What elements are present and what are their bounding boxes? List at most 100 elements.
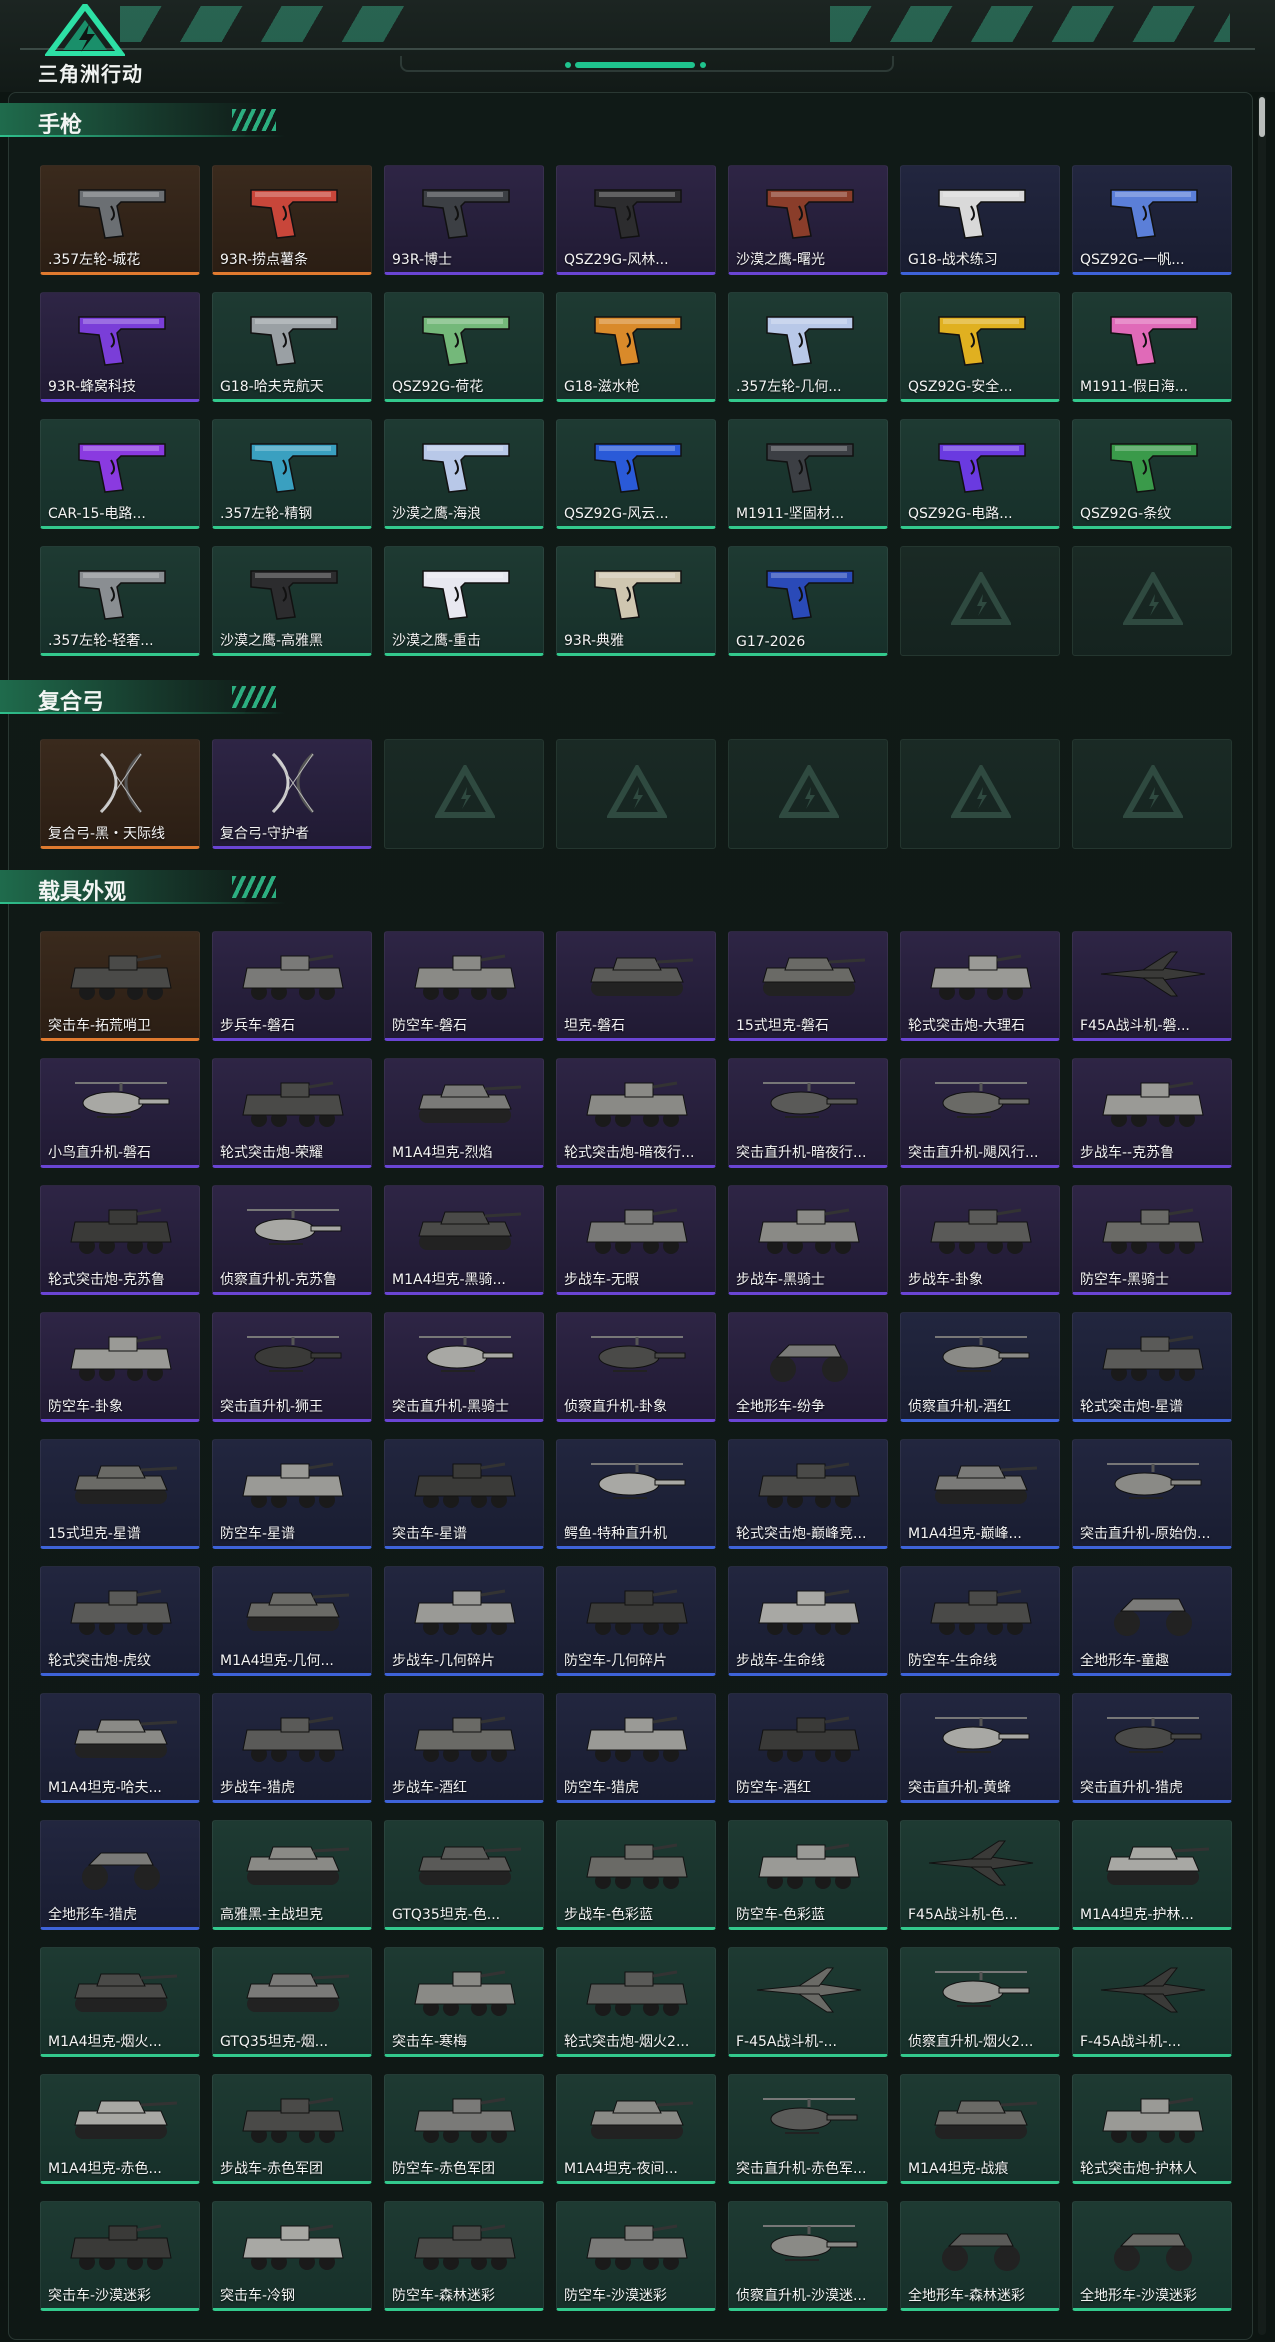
vehicle-skin-card[interactable]: 突击直升机-猎虎: [1072, 1693, 1232, 1803]
vehicle-skin-card[interactable]: 突击车-沙漠迷彩: [40, 2201, 200, 2311]
vehicle-skin-card[interactable]: M1A4坦克-烈焰: [384, 1058, 544, 1168]
vehicle-skin-card[interactable]: 防空车-猎虎: [556, 1693, 716, 1803]
vehicle-skin-card[interactable]: 步战车-猎虎: [212, 1693, 372, 1803]
pistol-skin-card[interactable]: M1911-坚固材...: [728, 419, 888, 529]
vehicle-skin-card[interactable]: 突击直升机-赤色军...: [728, 2074, 888, 2184]
vehicle-skin-card[interactable]: 步战车-无暇: [556, 1185, 716, 1295]
vehicle-skin-card[interactable]: 轮式突击炮-护林人: [1072, 2074, 1232, 2184]
pistol-skin-card[interactable]: 93R-蜂窝科技: [40, 292, 200, 402]
pistol-skin-card[interactable]: .357左轮-轻奢...: [40, 546, 200, 656]
vehicle-skin-card[interactable]: 防空车-磐石: [384, 931, 544, 1041]
pistol-skin-card[interactable]: G18-战术练习: [900, 165, 1060, 275]
vehicle-skin-card[interactable]: 轮式突击炮-克苏鲁: [40, 1185, 200, 1295]
vehicle-skin-card[interactable]: 侦察直升机-卦象: [556, 1312, 716, 1422]
vehicle-skin-card[interactable]: 轮式突击炮-大理石: [900, 931, 1060, 1041]
vehicle-skin-card[interactable]: 轮式突击炮-荣耀: [212, 1058, 372, 1168]
vehicle-skin-card[interactable]: 防空车-星谱: [212, 1439, 372, 1549]
vehicle-skin-card[interactable]: GTQ35坦克-色...: [384, 1820, 544, 1930]
vehicle-skin-card[interactable]: 防空车-色彩蓝: [728, 1820, 888, 1930]
vehicle-skin-card[interactable]: 步战车--克苏鲁: [1072, 1058, 1232, 1168]
vehicle-skin-card[interactable]: 高雅黑-主战坦克: [212, 1820, 372, 1930]
vehicle-skin-card[interactable]: 鳄鱼-特种直升机: [556, 1439, 716, 1549]
vehicle-skin-card[interactable]: 侦察直升机-酒红: [900, 1312, 1060, 1422]
vehicle-skin-card[interactable]: 轮式突击炮-巅峰竞...: [728, 1439, 888, 1549]
vehicle-skin-card[interactable]: 全地形车-猎虎: [40, 1820, 200, 1930]
vehicle-skin-card[interactable]: 防空车-赤色军团: [384, 2074, 544, 2184]
vehicle-skin-card[interactable]: 突击直升机-飓风行...: [900, 1058, 1060, 1168]
vehicle-skin-card[interactable]: M1A4坦克-夜间...: [556, 2074, 716, 2184]
vehicle-skin-card[interactable]: 步战车-酒红: [384, 1693, 544, 1803]
vehicle-skin-card[interactable]: M1A4坦克-烟火...: [40, 1947, 200, 2057]
vehicle-skin-card[interactable]: 侦察直升机-克苏鲁: [212, 1185, 372, 1295]
vehicle-skin-card[interactable]: M1A4坦克-巅峰...: [900, 1439, 1060, 1549]
pistol-skin-card[interactable]: QSZ92G-条纹: [1072, 419, 1232, 529]
vehicle-skin-card[interactable]: 突击直升机-黑骑士: [384, 1312, 544, 1422]
pistol-skin-card[interactable]: QSZ92G-安全...: [900, 292, 1060, 402]
scrollbar-track[interactable]: [1258, 95, 1266, 2335]
vehicle-skin-card[interactable]: 坦克-磐石: [556, 931, 716, 1041]
vehicle-skin-card[interactable]: M1A4坦克-护林...: [1072, 1820, 1232, 1930]
pistol-skin-card[interactable]: QSZ29G-风林...: [556, 165, 716, 275]
vehicle-skin-card[interactable]: 突击直升机-原始伪...: [1072, 1439, 1232, 1549]
vehicle-skin-card[interactable]: 步战车-卦象: [900, 1185, 1060, 1295]
pistol-skin-card[interactable]: 沙漠之鹰-高雅黑: [212, 546, 372, 656]
vehicle-skin-card[interactable]: 突击车-冷钢: [212, 2201, 372, 2311]
vehicle-skin-card[interactable]: F45A战斗机-色...: [900, 1820, 1060, 1930]
pistol-skin-card[interactable]: QSZ92G-一帆...: [1072, 165, 1232, 275]
pistol-skin-card[interactable]: G18-哈夫克航天: [212, 292, 372, 402]
pistol-skin-card[interactable]: 93R-博士: [384, 165, 544, 275]
vehicle-skin-card[interactable]: 轮式突击炮-烟火2...: [556, 1947, 716, 2057]
pistol-skin-card[interactable]: G17-2026: [728, 546, 888, 656]
vehicle-skin-card[interactable]: 15式坦克-磐石: [728, 931, 888, 1041]
pistol-skin-card[interactable]: .357左轮-城花: [40, 165, 200, 275]
pistol-skin-card[interactable]: 沙漠之鹰-重击: [384, 546, 544, 656]
vehicle-skin-card[interactable]: 步战车-赤色军团: [212, 2074, 372, 2184]
vehicle-skin-card[interactable]: 全地形车-沙漠迷彩: [1072, 2201, 1232, 2311]
vehicle-skin-card[interactable]: 步战车-几何碎片: [384, 1566, 544, 1676]
vehicle-skin-card[interactable]: 步战车-色彩蓝: [556, 1820, 716, 1930]
vehicle-skin-card[interactable]: 侦察直升机-沙漠迷...: [728, 2201, 888, 2311]
vehicle-skin-card[interactable]: 突击直升机-黄蜂: [900, 1693, 1060, 1803]
bow-skin-card[interactable]: 复合弓-守护者: [212, 739, 372, 849]
vehicle-skin-card[interactable]: 轮式突击炮-星谱: [1072, 1312, 1232, 1422]
vehicle-skin-card[interactable]: 防空车-黑骑士: [1072, 1185, 1232, 1295]
pistol-skin-card[interactable]: .357左轮-几何...: [728, 292, 888, 402]
pistol-skin-card[interactable]: QSZ92G-风云...: [556, 419, 716, 529]
vehicle-skin-card[interactable]: 全地形车-纷争: [728, 1312, 888, 1422]
pistol-skin-card[interactable]: G18-滋水枪: [556, 292, 716, 402]
vehicle-skin-card[interactable]: 突击车-寒梅: [384, 1947, 544, 2057]
vehicle-skin-card[interactable]: 全地形车-森林迷彩: [900, 2201, 1060, 2311]
vehicle-skin-card[interactable]: 防空车-几何碎片: [556, 1566, 716, 1676]
vehicle-skin-card[interactable]: 轮式突击炮-虎纹: [40, 1566, 200, 1676]
vehicle-skin-card[interactable]: 防空车-生命线: [900, 1566, 1060, 1676]
vehicle-skin-card[interactable]: 防空车-酒红: [728, 1693, 888, 1803]
vehicle-skin-card[interactable]: 步战车-黑骑士: [728, 1185, 888, 1295]
vehicle-skin-card[interactable]: 防空车-沙漠迷彩: [556, 2201, 716, 2311]
vehicle-skin-card[interactable]: F-45A战斗机-...: [1072, 1947, 1232, 2057]
vehicle-skin-card[interactable]: 侦察直升机-烟火2...: [900, 1947, 1060, 2057]
pistol-skin-card[interactable]: QSZ92G-荷花: [384, 292, 544, 402]
vehicle-skin-card[interactable]: 防空车-卦象: [40, 1312, 200, 1422]
bow-skin-card[interactable]: 复合弓-黑・天际线: [40, 739, 200, 849]
vehicle-skin-card[interactable]: 轮式突击炮-暗夜行...: [556, 1058, 716, 1168]
vehicle-skin-card[interactable]: 步兵车-磐石: [212, 931, 372, 1041]
scrollbar-thumb[interactable]: [1259, 97, 1265, 137]
vehicle-skin-card[interactable]: 15式坦克-星谱: [40, 1439, 200, 1549]
vehicle-skin-card[interactable]: M1A4坦克-黑骑...: [384, 1185, 544, 1295]
vehicle-skin-card[interactable]: 小鸟直升机-磐石: [40, 1058, 200, 1168]
vehicle-skin-card[interactable]: M1A4坦克-赤色...: [40, 2074, 200, 2184]
vehicle-skin-card[interactable]: 步战车-生命线: [728, 1566, 888, 1676]
pistol-skin-card[interactable]: .357左轮-精钢: [212, 419, 372, 529]
vehicle-skin-card[interactable]: M1A4坦克-几何...: [212, 1566, 372, 1676]
vehicle-skin-card[interactable]: 防空车-森林迷彩: [384, 2201, 544, 2311]
vehicle-skin-card[interactable]: M1A4坦克-哈夫...: [40, 1693, 200, 1803]
pistol-skin-card[interactable]: 93R-捞点薯条: [212, 165, 372, 275]
pistol-skin-card[interactable]: 沙漠之鹰-海浪: [384, 419, 544, 529]
pistol-skin-card[interactable]: 沙漠之鹰-曙光: [728, 165, 888, 275]
vehicle-skin-card[interactable]: 全地形车-童趣: [1072, 1566, 1232, 1676]
vehicle-skin-card[interactable]: F-45A战斗机-...: [728, 1947, 888, 2057]
vehicle-skin-card[interactable]: 突击车-星谱: [384, 1439, 544, 1549]
pistol-skin-card[interactable]: CAR-15-电路...: [40, 419, 200, 529]
vehicle-skin-card[interactable]: 突击直升机-狮王: [212, 1312, 372, 1422]
pistol-skin-card[interactable]: 93R-典雅: [556, 546, 716, 656]
